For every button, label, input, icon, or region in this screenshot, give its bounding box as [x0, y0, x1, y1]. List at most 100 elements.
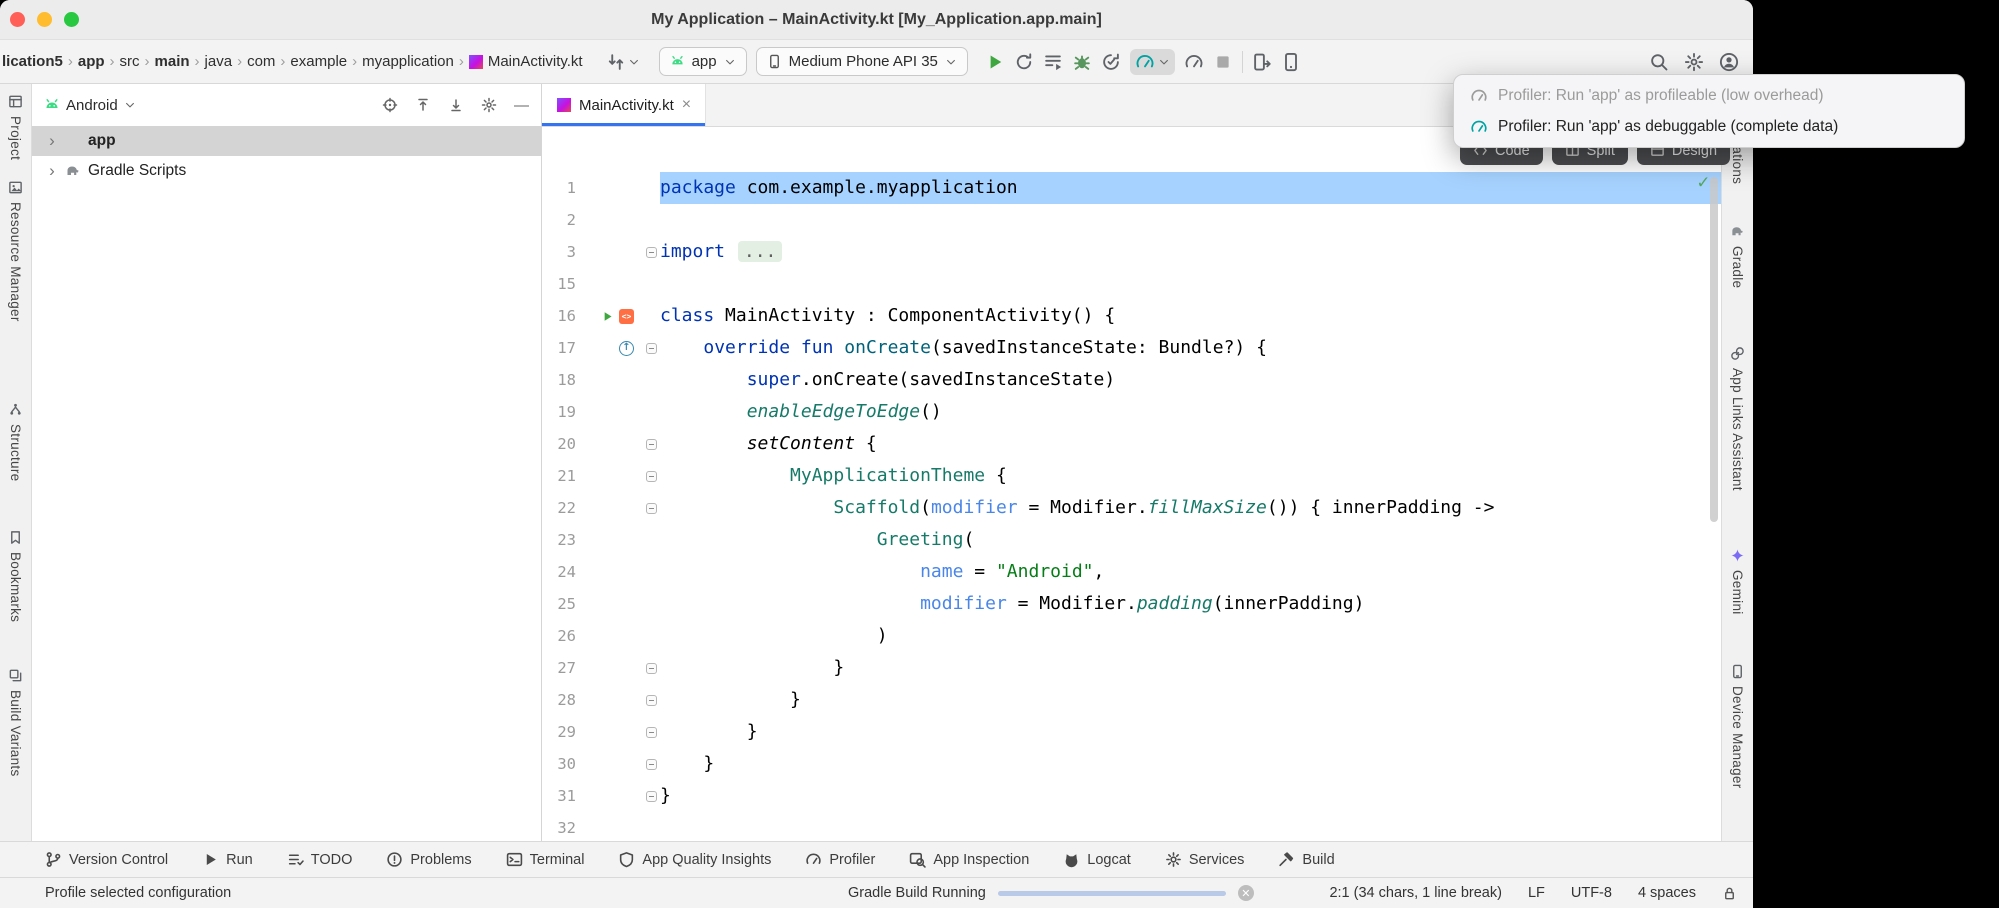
inspection-ok-icon[interactable]: ✓ [1698, 171, 1709, 193]
fold-marker-icon[interactable] [646, 343, 657, 354]
breadcrumb-item-app[interactable]: app [78, 53, 105, 70]
code-line[interactable]: 18 super.onCreate(savedInstanceState) [542, 364, 1721, 396]
code-editor[interactable]: 1package com.example.myapplication23impo… [542, 127, 1721, 841]
file-encoding[interactable]: UTF-8 [1571, 885, 1612, 901]
toolwindow-button-todo[interactable]: TODO [287, 851, 353, 868]
breadcrumb-item-mainactivity-kt[interactable]: MainActivity.kt [469, 53, 583, 70]
code-line[interactable]: 25 modifier = Modifier.padding(innerPadd… [542, 588, 1721, 620]
toolwindow-button-app-links-assistant[interactable]: App Links Assistant [1722, 346, 1753, 491]
toolwindow-button-logcat[interactable]: Logcat [1063, 851, 1131, 868]
collapse-all-icon[interactable] [415, 97, 431, 113]
code-line[interactable]: 3import ... [542, 236, 1721, 268]
code-line[interactable]: 27 } [542, 652, 1721, 684]
code-line[interactable]: 2 [542, 204, 1721, 236]
toolwindow-button-app-inspection[interactable]: App Inspection [909, 851, 1029, 868]
fold-gutter[interactable] [642, 460, 660, 492]
fold-marker-icon[interactable] [646, 727, 657, 738]
code-line[interactable]: 30 } [542, 748, 1721, 780]
code-line[interactable]: 1package com.example.myapplication [542, 172, 1721, 204]
tree-item-app[interactable]: ›app [32, 126, 541, 156]
line-separator[interactable]: LF [1528, 885, 1545, 901]
fold-gutter[interactable] [642, 652, 660, 684]
fold-gutter[interactable] [642, 236, 660, 268]
code-line[interactable]: 21 MyApplicationTheme { [542, 460, 1721, 492]
locate-file-icon[interactable] [382, 97, 398, 113]
device-mirror-icon[interactable] [1252, 52, 1272, 72]
toolwindow-button-app-quality-insights[interactable]: App Quality Insights [618, 851, 771, 868]
account-avatar[interactable] [1719, 52, 1739, 72]
override-gutter-icon[interactable]: ↑ [619, 341, 634, 356]
breadcrumb-item-example[interactable]: example [290, 53, 347, 70]
code-line[interactable]: 23 Greeting( [542, 524, 1721, 556]
fold-marker-icon[interactable] [646, 247, 657, 258]
device-selector[interactable]: Medium Phone API 35 [756, 47, 968, 76]
fold-marker-icon[interactable] [646, 791, 657, 802]
cancel-build-icon[interactable]: ✕ [1238, 885, 1254, 901]
breadcrumb-item-main[interactable]: main [155, 53, 190, 70]
chevron-right-icon[interactable]: › [46, 161, 58, 181]
fold-gutter[interactable] [642, 748, 660, 780]
stop-button[interactable] [1213, 52, 1233, 72]
chevron-down-icon[interactable] [124, 99, 136, 111]
toolwindow-button-gemini[interactable]: Gemini [1722, 548, 1753, 615]
vcs-widget[interactable] [606, 52, 640, 72]
caret-position[interactable]: 2:1 (34 chars, 1 line break) [1329, 885, 1501, 901]
minimize-window-button[interactable] [37, 12, 52, 27]
code-line[interactable]: 20 setContent { [542, 428, 1721, 460]
toolwindow-button-problems[interactable]: Problems [386, 851, 471, 868]
expand-all-icon[interactable] [448, 97, 464, 113]
indent-setting[interactable]: 4 spaces [1638, 885, 1696, 901]
code-line[interactable]: 19 enableEdgeToEdge() [542, 396, 1721, 428]
breadcrumb-item-com[interactable]: com [247, 53, 275, 70]
debug-button[interactable] [1072, 52, 1092, 72]
popup-menu-item[interactable]: Profiler: Run 'app' as debuggable (compl… [1460, 111, 1958, 142]
run-gutter-icon[interactable] [601, 310, 614, 323]
popup-menu-item[interactable]: Profiler: Run 'app' as profileable (low … [1460, 80, 1958, 111]
toolwindow-button-profiler[interactable]: Profiler [805, 851, 875, 868]
apply-code-changes-icon[interactable] [1101, 52, 1121, 72]
fold-gutter[interactable] [642, 492, 660, 524]
compose-gutter-icon[interactable]: <> [619, 309, 634, 324]
readonly-lock-icon[interactable] [1722, 886, 1737, 901]
code-line[interactable]: 17↑ override fun onCreate(savedInstanceS… [542, 332, 1721, 364]
toolwindow-button-build[interactable]: Build [1278, 851, 1334, 868]
fold-gutter[interactable] [642, 428, 660, 460]
close-window-button[interactable] [10, 12, 25, 27]
tree-item-gradle-scripts[interactable]: ›Gradle Scripts [32, 156, 541, 186]
panel-options-icon[interactable] [481, 97, 497, 113]
fold-gutter[interactable] [642, 684, 660, 716]
code-line[interactable]: 22 Scaffold(modifier = Modifier.fillMaxS… [542, 492, 1721, 524]
toolwindow-button-terminal[interactable]: Terminal [506, 851, 585, 868]
fold-marker-icon[interactable] [646, 471, 657, 482]
zoom-window-button[interactable] [64, 12, 79, 27]
toolwindow-button-device-manager[interactable]: Device Manager [1722, 664, 1753, 789]
run-configuration-selector[interactable]: app [659, 47, 747, 76]
toolwindow-button-run[interactable]: Run [202, 851, 253, 868]
breadcrumb-item-java[interactable]: java [205, 53, 233, 70]
fold-marker-icon[interactable] [646, 663, 657, 674]
code-line[interactable]: 15 [542, 268, 1721, 300]
code-line[interactable]: 29 } [542, 716, 1721, 748]
fold-marker-icon[interactable] [646, 759, 657, 770]
fold-marker-icon[interactable] [646, 439, 657, 450]
toolwindow-button-version-control[interactable]: Version Control [45, 851, 168, 868]
hide-panel-icon[interactable]: — [514, 97, 529, 114]
profiler-button[interactable] [1130, 49, 1175, 75]
search-button[interactable] [1649, 52, 1669, 72]
attach-profiler-icon[interactable] [1184, 52, 1204, 72]
editor-tab-mainactivity[interactable]: MainActivity.kt × [542, 84, 706, 126]
toolwindow-button-project[interactable]: Project [0, 94, 31, 160]
apply-changes-icon[interactable] [1043, 52, 1063, 72]
code-line[interactable]: 28 } [542, 684, 1721, 716]
fold-marker-icon[interactable] [646, 695, 657, 706]
run-button[interactable] [985, 52, 1005, 72]
code-line[interactable]: 26 ) [542, 620, 1721, 652]
breadcrumb-item-myapplication[interactable]: myapplication [362, 53, 454, 70]
settings-button[interactable] [1684, 52, 1704, 72]
running-devices-icon[interactable] [1281, 52, 1301, 72]
code-line[interactable]: 24 name = "Android", [542, 556, 1721, 588]
chevron-right-icon[interactable]: › [46, 131, 58, 151]
toolwindow-button-gradle[interactable]: Gradle [1722, 224, 1753, 288]
toolwindow-button-services[interactable]: Services [1165, 851, 1245, 868]
toolwindow-button-structure[interactable]: Structure [0, 402, 31, 481]
